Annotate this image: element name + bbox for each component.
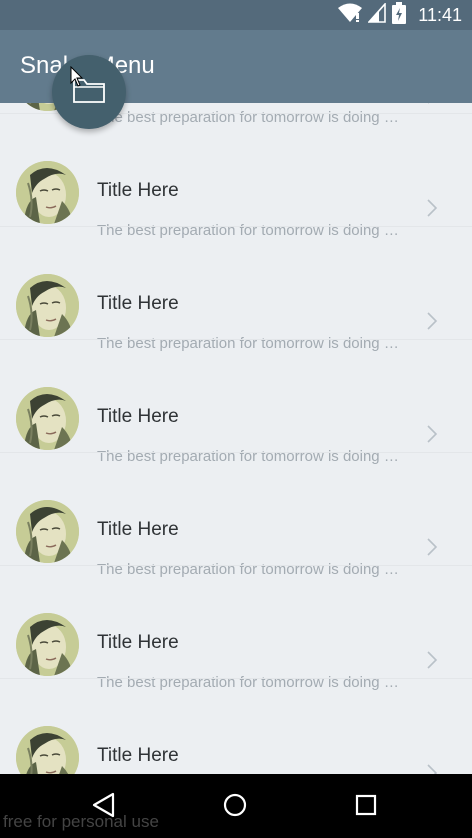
chevron-right-icon <box>426 103 438 105</box>
watermark-text: free for personal use <box>3 812 159 831</box>
list-item-title: Title Here <box>97 180 179 201</box>
battery-icon <box>392 1 407 29</box>
avatar <box>16 613 79 676</box>
avatar <box>16 274 79 337</box>
avatar <box>16 387 79 450</box>
list-item[interactable]: Title Here The best preparation for tomo… <box>0 679 472 774</box>
chevron-right-icon <box>426 763 438 774</box>
item-list[interactable]: Title Here The best preparation for tomo… <box>0 103 472 774</box>
list-item[interactable]: Title Here The best preparation for tomo… <box>0 340 472 465</box>
avatar <box>16 726 79 774</box>
list-item[interactable]: Title Here The best preparation for tomo… <box>0 566 472 691</box>
list-item[interactable]: Title Here The best preparation for tomo… <box>0 453 472 578</box>
status-bar: 11:41 <box>0 0 472 30</box>
list-item-title: Title Here <box>97 632 179 653</box>
recents-button[interactable] <box>351 792 381 822</box>
chevron-right-icon <box>426 424 438 444</box>
avatar <box>16 500 79 563</box>
home-button[interactable] <box>220 792 250 822</box>
list-item[interactable]: Title Here The best preparation for tomo… <box>0 114 472 239</box>
home-icon <box>222 792 248 823</box>
status-icons: 11:41 <box>338 1 462 29</box>
chevron-right-icon <box>426 198 438 218</box>
avatar <box>16 161 79 224</box>
chevron-right-icon <box>426 537 438 557</box>
mouse-cursor-icon <box>70 65 84 93</box>
recents-icon <box>354 793 378 822</box>
status-time: 11:41 <box>418 4 462 25</box>
list-item-title: Title Here <box>97 406 179 427</box>
list-item[interactable]: Title Here The best preparation for tomo… <box>0 227 472 352</box>
snake-menu-fab[interactable] <box>52 55 126 129</box>
list-track: Title Here The best preparation for tomo… <box>0 103 472 774</box>
signal-icon <box>367 1 387 28</box>
wifi-icon <box>338 3 363 28</box>
list-item-title: Title Here <box>97 519 179 540</box>
chevron-right-icon <box>426 650 438 670</box>
list-item-title: Title Here <box>97 293 179 314</box>
chevron-right-icon <box>426 311 438 331</box>
list-item-title: Title Here <box>97 745 179 766</box>
